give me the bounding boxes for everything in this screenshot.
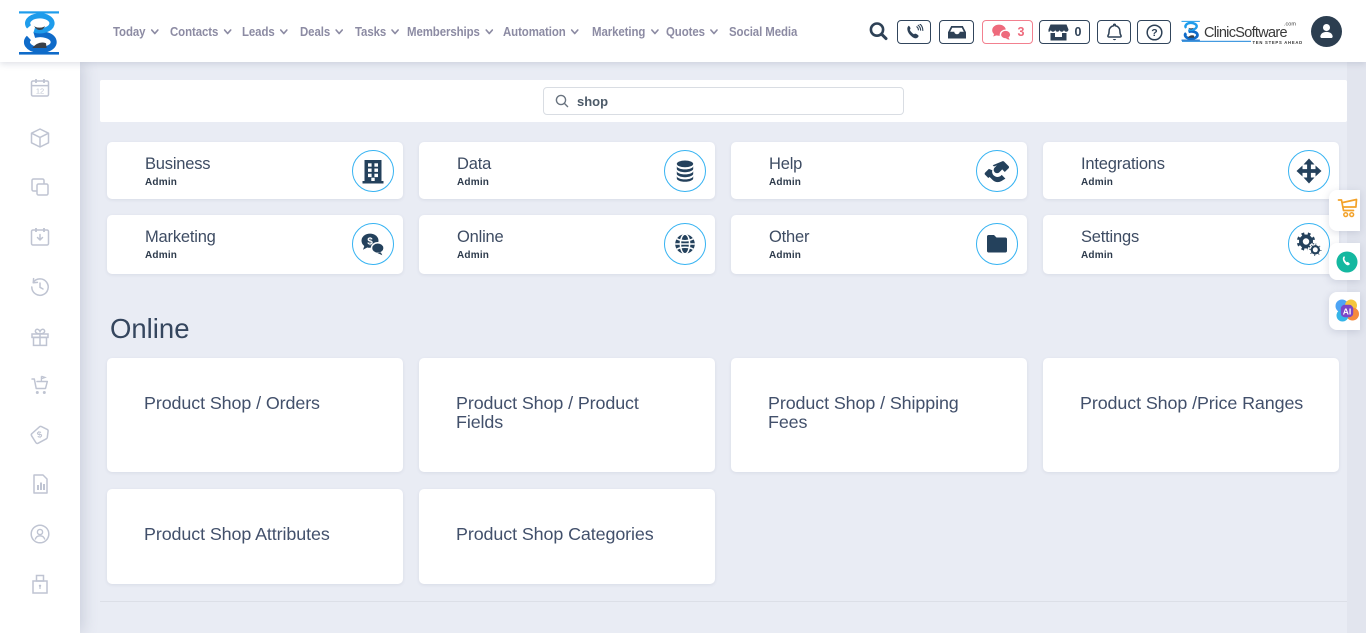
svg-text:ClinicSoftware: ClinicSoftware <box>1204 25 1288 41</box>
svg-text:.com: .com <box>1284 22 1296 28</box>
svg-text:?: ? <box>1151 27 1157 39</box>
svg-text:AI: AI <box>1343 307 1352 317</box>
svg-text:$: $ <box>36 429 43 440</box>
svg-text:12: 12 <box>36 87 44 96</box>
svg-text:TEN STEPS AHEAD: TEN STEPS AHEAD <box>1253 40 1303 45</box>
